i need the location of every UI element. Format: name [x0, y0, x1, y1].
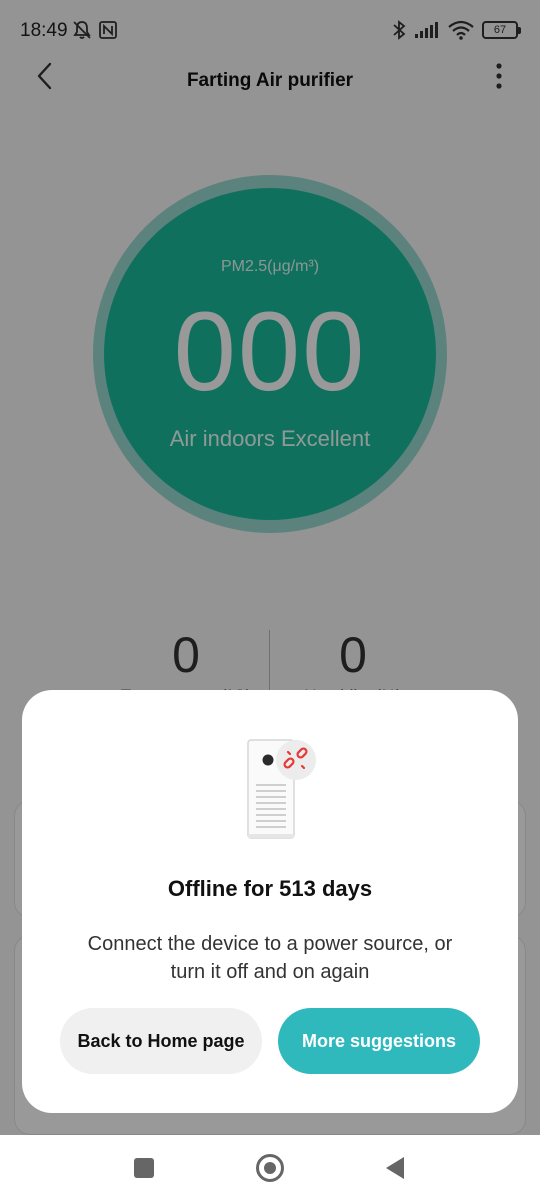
offline-dialog: Offline for 513 days Connect the device … — [22, 690, 518, 1113]
dialog-message: Connect the device to a power source, or… — [87, 933, 453, 983]
more-suggestions-button[interactable]: More suggestions — [278, 1008, 480, 1074]
recent-apps-button[interactable] — [134, 1158, 154, 1178]
nav-back-button[interactable] — [386, 1157, 404, 1179]
home-button[interactable] — [256, 1154, 284, 1182]
air-purifier-offline-icon — [247, 739, 316, 839]
navigation-bar — [0, 1135, 540, 1200]
back-to-home-button[interactable]: Back to Home page — [60, 1008, 262, 1074]
dialog-title: Offline for 513 days — [167, 876, 373, 901]
